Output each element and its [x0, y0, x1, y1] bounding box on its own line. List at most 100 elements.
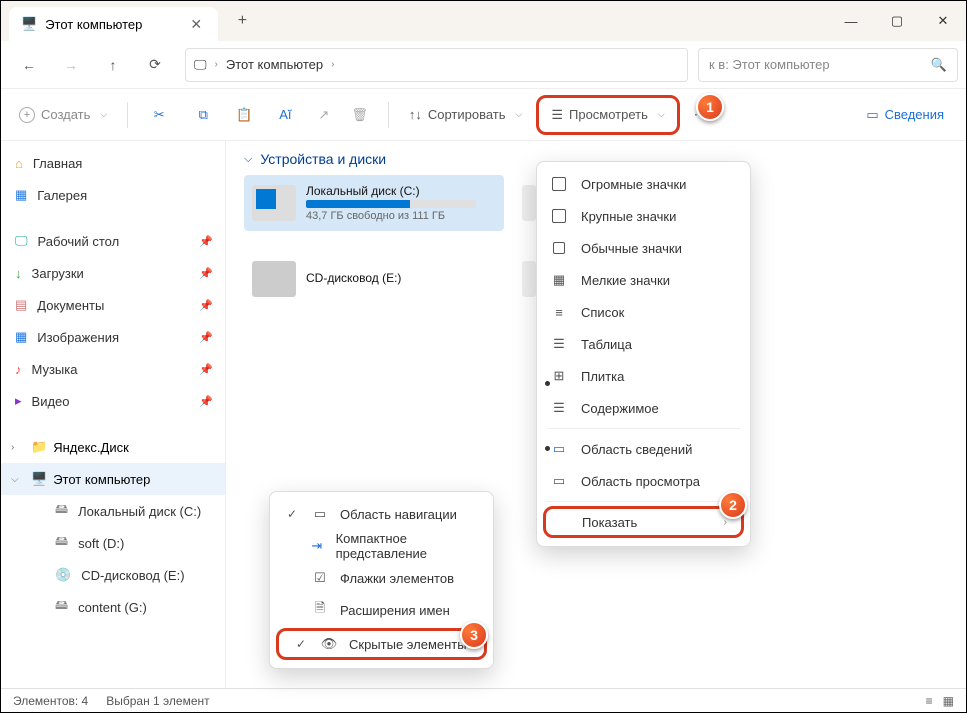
sidebar-item-label: Музыка [32, 362, 78, 377]
paste-button[interactable]: 📋 [228, 97, 260, 133]
disc-drive-icon [252, 261, 296, 297]
dd-item-md-icons[interactable]: Обычные значки [537, 232, 750, 264]
cut-button[interactable]: ✂ [140, 97, 178, 133]
dd-item-xl-icons[interactable]: Огромные значки [537, 168, 750, 200]
sidebar-item-drive-d[interactable]: 🖴soft (D:) [1, 527, 225, 559]
delete-button[interactable]: 🗑 [343, 97, 376, 133]
view-label: Просмотреть [569, 107, 648, 122]
sidebar-item-label: Загрузки [32, 266, 84, 281]
pane-icon: ▭ [312, 506, 328, 522]
drive-e[interactable]: CD-дисковод (E:) [244, 251, 504, 307]
sidebar-item-gallery[interactable]: ▦ Галерея [1, 179, 225, 211]
rename-button[interactable]: Aĭ [266, 97, 304, 133]
close-button[interactable]: ✕ [920, 1, 966, 41]
checkbox-icon: ☑ [312, 570, 328, 586]
sidebar-item-label: Изображения [37, 330, 119, 345]
create-button[interactable]: + Создать ⌵ [11, 97, 115, 133]
sm-item-extensions[interactable]: 🗎Расширения имен [270, 594, 493, 626]
dd-item-preview-pane[interactable]: ▭Область просмотра [537, 465, 750, 497]
sidebar-item-label: Галерея [37, 188, 87, 203]
sidebar-item-thispc[interactable]: ⌵🖥️Этот компьютер [1, 463, 225, 495]
maximize-button[interactable]: ▢ [874, 1, 920, 41]
music-icon: ♪ [15, 362, 22, 377]
tab-active[interactable]: 🖥️ Этот компьютер ✕ [9, 7, 218, 41]
grid-icon: ▦ [551, 272, 567, 288]
drive-label: CD-дисковод (E:) [306, 271, 496, 285]
breadcrumb[interactable]: 🖵 › Этот компьютер › [185, 48, 688, 82]
nav-bar: ← → ↑ ⟳ 🖵 › Этот компьютер › к в: Этот к… [1, 41, 966, 89]
dd-label: Область сведений [581, 442, 692, 457]
details-label: Сведения [885, 107, 944, 122]
back-button[interactable]: ← [9, 47, 49, 83]
sidebar-item-label: CD-дисковод (E:) [81, 568, 184, 583]
dd-item-show[interactable]: Показать› [543, 506, 744, 538]
sort-label: Сортировать [428, 107, 506, 122]
minimize-button[interactable]: — [828, 1, 874, 41]
dd-label: Содержимое [581, 401, 659, 416]
sort-icon: ↑↓ [409, 107, 422, 122]
separator [547, 501, 740, 502]
sidebar-item-label: Локальный диск (C:) [78, 504, 201, 519]
sm-item-hidden[interactable]: ✓👁Скрытые элементы [276, 628, 487, 660]
new-tab-button[interactable]: + [226, 5, 258, 37]
drive-icon [522, 185, 536, 221]
chevron-down-icon: ⌵ [244, 153, 252, 166]
sidebar-item-drive-e[interactable]: 💿CD-дисковод (E:) [1, 559, 225, 591]
chevron-down-icon: ⌵ [11, 474, 25, 485]
drive-c[interactable]: Локальный диск (C:) 43,7 ГБ свободно из … [244, 175, 504, 231]
sidebar-item-videos[interactable]: ▸Видео📌 [1, 385, 225, 417]
dd-item-table[interactable]: ☰Таблица [537, 328, 750, 360]
sidebar: ⌂Главная ▦ Галерея 🖵Рабочий стол📌 ↓Загруз… [1, 141, 226, 688]
sidebar-item-drive-c[interactable]: 🖴Локальный диск (C:) [1, 495, 225, 527]
dd-item-list[interactable]: ≡Список [537, 296, 750, 328]
sidebar-item-downloads[interactable]: ↓Загрузки📌 [1, 257, 225, 289]
share-button[interactable]: ↗ [310, 97, 337, 133]
folder-icon: 📁 [31, 439, 47, 455]
sidebar-item-home[interactable]: ⌂Главная [1, 147, 225, 179]
chevron-right-icon: › [724, 517, 727, 528]
sm-item-checkboxes[interactable]: ☑Флажки элементов [270, 562, 493, 594]
sidebar-item-desktop[interactable]: 🖵Рабочий стол📌 [1, 225, 225, 257]
drive-icon: 🖴 [55, 596, 68, 618]
dd-item-content[interactable]: ☰Содержимое [537, 392, 750, 424]
dd-item-lg-icons[interactable]: Крупные значки [537, 200, 750, 232]
tab-title: Этот компьютер [45, 17, 142, 32]
compact-icon: ⇥ [310, 538, 324, 554]
sidebar-item-music[interactable]: ♪ Музыка 📌 [1, 353, 225, 385]
copy-button[interactable]: ⧉ [184, 97, 222, 133]
search-input[interactable]: к в: Этот компьютер 🔍 [698, 48, 958, 82]
dd-item-details-pane[interactable]: ▭Область сведений [537, 433, 750, 465]
file-icon: 🗎 [312, 599, 328, 621]
breadcrumb-segment[interactable]: Этот компьютер [226, 57, 323, 72]
sidebar-item-yandex[interactable]: ›📁Яндекс.Диск [1, 431, 225, 463]
gallery-icon: ▦ [15, 187, 27, 203]
tab-close-button[interactable]: ✕ [190, 16, 206, 33]
pin-icon: 📌 [199, 363, 213, 376]
pin-icon: 📌 [199, 331, 213, 344]
dd-item-tiles[interactable]: ⊞Плитка [537, 360, 750, 392]
dd-label: Список [581, 305, 624, 320]
refresh-button[interactable]: ⟳ [135, 47, 175, 83]
tiles-view-icon[interactable]: ▦ [943, 694, 954, 708]
drive-subtitle: 43,7 ГБ свободно из 111 ГБ [306, 210, 496, 222]
annotation-badge-2: 2 [719, 491, 747, 519]
sidebar-item-documents[interactable]: ▤Документы📌 [1, 289, 225, 321]
drive-usage-bar [306, 200, 476, 208]
dd-item-sm-icons[interactable]: ▦Мелкие значки [537, 264, 750, 296]
drive-icon [252, 185, 296, 221]
pane-icon: ▭ [551, 473, 567, 489]
sidebar-item-pictures[interactable]: ▦Изображения📌 [1, 321, 225, 353]
details-icon: ▭ [866, 107, 878, 123]
view-button[interactable]: ☰ Просмотреть ⌵ [536, 95, 679, 135]
forward-button[interactable]: → [51, 47, 91, 83]
separator [388, 102, 389, 128]
sm-item-nav-pane[interactable]: ✓▭Область навигации [270, 498, 493, 530]
details-pane-button[interactable]: ▭ Сведения [866, 107, 956, 123]
sm-item-compact[interactable]: ⇥Компактное представление [270, 530, 493, 562]
monitor-icon: 🖵 [194, 57, 207, 73]
details-view-icon[interactable]: ≡ [926, 694, 933, 708]
sidebar-item-drive-g[interactable]: 🖴content (G:) [1, 591, 225, 623]
show-submenu: ✓▭Область навигации ⇥Компактное представ… [269, 491, 494, 669]
sort-button[interactable]: ↑↓ Сортировать ⌵ [401, 97, 531, 133]
up-button[interactable]: ↑ [93, 47, 133, 83]
